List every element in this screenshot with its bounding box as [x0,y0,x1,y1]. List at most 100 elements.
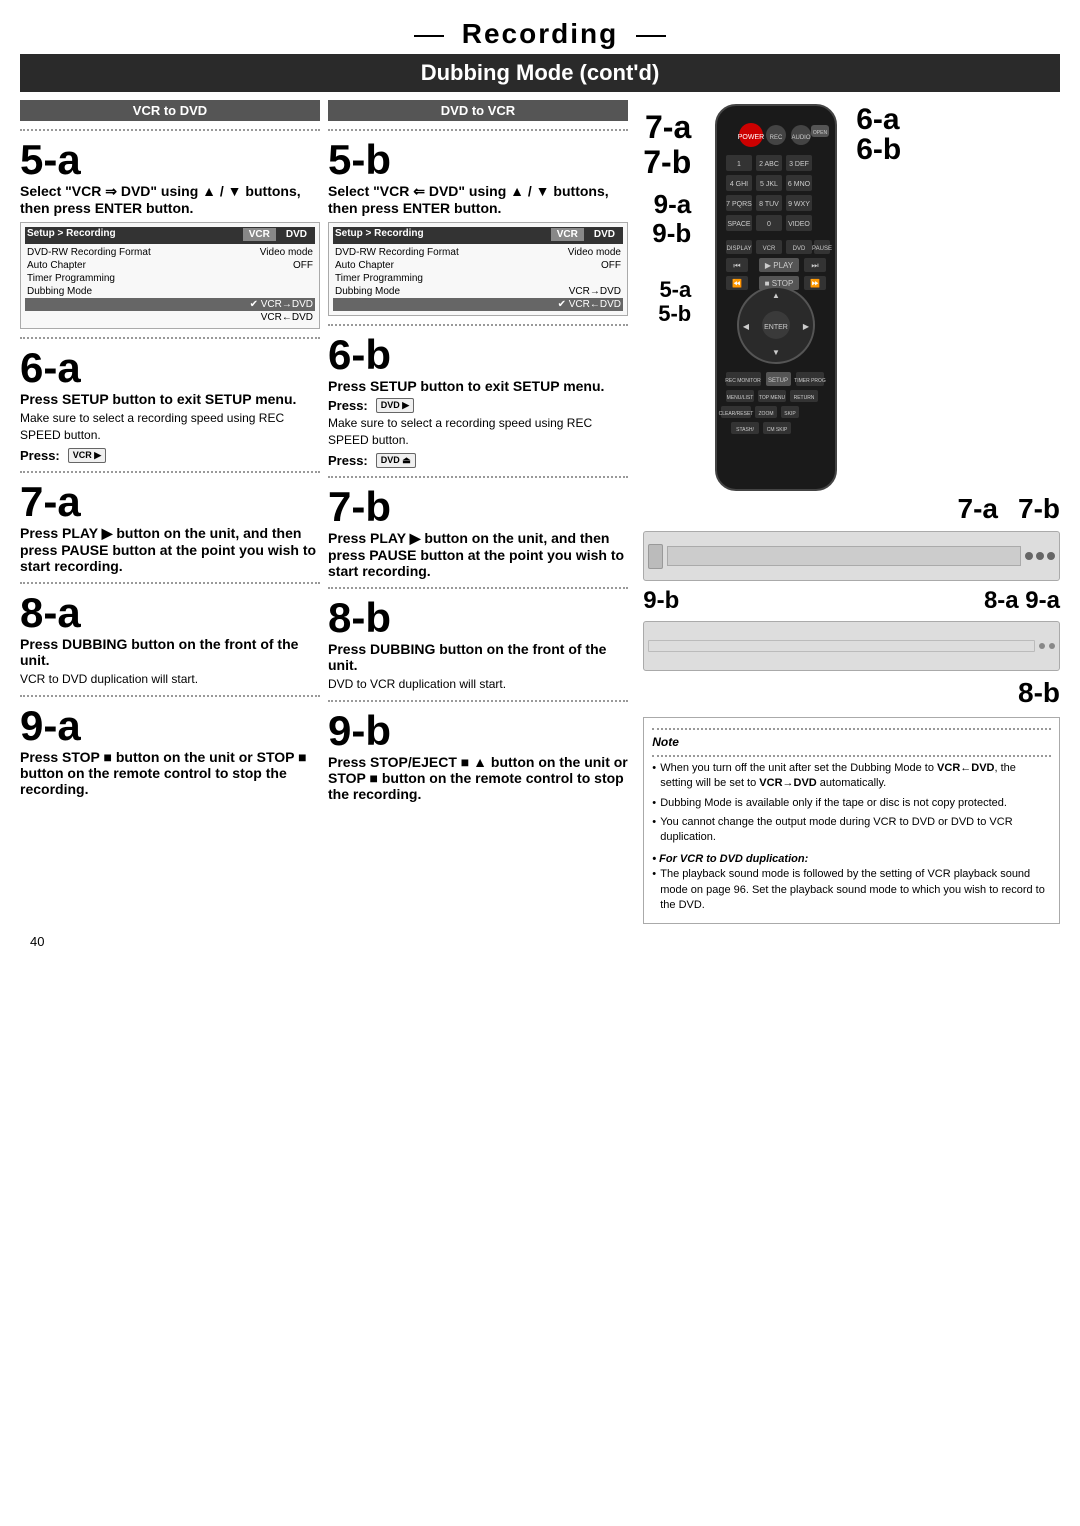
bottom-labels-row2: 9-b 8-a 9-a [643,587,1060,615]
step-8b: 8-b Press DUBBING button on the front of… [328,597,628,693]
svg-text:DISPLAY: DISPLAY [727,246,752,252]
step-5a-title: Select "VCR ⇒ DVD" using ▲ / ▼ buttons, … [20,183,320,216]
svg-text:⏭: ⏭ [812,261,819,270]
svg-text:▶ PLAY: ▶ PLAY [765,261,794,270]
mid-divider-2 [328,324,628,326]
divider-1 [20,129,320,131]
step-5a-num: 5-a [20,139,320,181]
main-content: VCR to DVD 5-a Select "VCR ⇒ DVD" using … [20,100,1060,924]
mid-menu-row-1: DVD-RW Recording Format Video mode [333,246,623,259]
step-5b-num: 5-b [328,139,628,181]
title-text: Recording [462,18,618,49]
dvd-to-vcr-column: DVD to VCR 5-b Select "VCR ⇐ DVD" using … [328,100,628,924]
svg-text:OPEN: OPEN [813,130,828,136]
dvd-btn-2 [1049,643,1055,649]
menu-screenshot-vcr: Setup > Recording VCR DVD DVD-RW Recordi… [20,222,320,329]
vcr-icon: VCR ▶ [68,448,106,463]
svg-text:SETUP: SETUP [768,378,788,384]
mid-divider-3 [328,476,628,478]
note-item-1: When you turn off the unit after set the… [652,761,1051,792]
mid-divider-4 [328,587,628,589]
mid-menu-header-row: Setup > Recording VCR DVD [333,227,623,244]
menu-row-6: VCR←DVD [25,311,315,324]
svg-text:DVD: DVD [793,246,806,252]
remote-with-labels: 7-a 7-b 9-a 9-b 5-a 5-b [643,100,1060,503]
subtitle-text: Dubbing Mode (cont'd) [421,60,660,85]
label-8b-bottom: 8-b [1018,677,1060,708]
remote-control: POWER REC AUDIO OPEN 1 2 ABC [696,100,856,503]
remote-section: 7-a 7-b 9-a 9-b 5-a 5-b [643,100,1060,503]
svg-text:VIDEO: VIDEO [788,221,810,228]
step-5b: 5-b Select "VCR ⇐ DVD" using ▲ / ▼ butto… [328,139,628,316]
remote-svg: POWER REC AUDIO OPEN 1 2 ABC [696,100,856,500]
svg-text:REC MONITOR: REC MONITOR [726,378,762,384]
svg-text:0: 0 [767,221,771,228]
menu-row-1: DVD-RW Recording Format Video mode [25,246,315,259]
svg-text:ENTER: ENTER [764,324,788,331]
label-7b-left: 7-b [643,145,691,180]
step-6b-title: Press SETUP button to exit SETUP menu. [328,378,628,394]
step-6a-press: Press: VCR ▶ [20,448,320,463]
step-6a-title: Press SETUP button to exit SETUP menu. [20,391,320,407]
svg-text:AUDIO: AUDIO [792,135,811,141]
divider-3 [20,471,320,473]
dvd-icon: DVD ▶ [376,398,414,413]
left-two-columns: VCR to DVD 5-a Select "VCR ⇒ DVD" using … [20,100,635,924]
vcr-to-dvd-column: VCR to DVD 5-a Select "VCR ⇒ DVD" using … [20,100,320,924]
step-6a-body: Make sure to select a recording speed us… [20,410,320,444]
mid-menu-row-5-selected: ✔ VCR←DVD [333,298,623,311]
note-vcr-dvd-item-1: The playback sound mode is followed by t… [652,867,1051,913]
step-7a-num: 7-a [20,481,320,523]
menu-row-5-selected: ✔ VCR→DVD [25,298,315,311]
label-9b-bottom: 9-b [643,587,679,615]
dvd-tray [648,640,1035,652]
bottom-labels-row3: 8-b [643,677,1060,709]
device-buttons [1025,552,1055,560]
note-title: Note [652,734,1051,751]
page-subtitle: Dubbing Mode (cont'd) [20,54,1060,92]
note-vcr-dvd-section: • For VCR to DVD duplication: The playba… [652,852,1051,914]
step-6b-body: Make sure to select a recording speed us… [328,415,628,449]
svg-text:9 WXY: 9 WXY [788,201,810,208]
svg-text:SKIP: SKIP [785,411,797,417]
step-7b-title: Press PLAY ▶ button on the unit, and the… [328,530,628,579]
svg-text:SPACE: SPACE [728,221,752,228]
dvd-device-bottom [643,621,1060,671]
svg-text:ZOOM: ZOOM [759,411,774,417]
step-6a: 6-a Press SETUP button to exit SETUP men… [20,347,320,463]
step-9b: 9-b Press STOP/EJECT ■ ▲ button on the u… [328,710,628,802]
svg-text:◀: ◀ [743,322,750,331]
label-6b: 6-b [856,135,901,165]
divider-4 [20,582,320,584]
label-8a-9a-bottom: 8-a 9-a [984,587,1060,615]
step-6b-press: Press: DVD ▶ [328,398,628,413]
note-item-3: You cannot change the output mode during… [652,815,1051,846]
step-9b-title: Press STOP/EJECT ■ ▲ button on the unit … [328,754,628,802]
svg-text:3 DEF: 3 DEF [789,161,809,168]
label-7a-left: 7-a [645,110,691,145]
label-9b-left: 9-b [652,219,691,248]
step-7a-title: Press PLAY ▶ button on the unit, and the… [20,525,320,574]
mid-menu-row-3: Timer Programming [333,272,623,285]
svg-text:MENU/LIST: MENU/LIST [727,395,754,401]
step-9a: 9-a Press STOP ■ button on the unit or S… [20,705,320,797]
note-box: Note When you turn off the unit after se… [643,717,1060,924]
svg-text:⏩: ⏩ [810,278,820,288]
device-section: 7-a 7-b 9-b 8-a 9-a [643,493,1060,709]
menu-row-4: Dubbing Mode [25,285,315,298]
vcr-to-dvd-header: VCR to DVD [20,100,320,121]
menu-row-2: Auto Chapter OFF [25,259,315,272]
svg-text:⏮: ⏮ [734,261,741,270]
device-btn-1 [1025,552,1033,560]
svg-text:7 PQRS: 7 PQRS [726,201,752,208]
label-5b-left: 5-b [658,302,691,326]
label-5a-left: 5-a [659,278,691,302]
menu-tabs: VCR DVD [243,228,313,241]
svg-text:POWER: POWER [738,134,764,141]
dvd-buttons [1039,643,1055,649]
mid-menu-tabs: VCR DVD [551,228,621,241]
svg-text:2 ABC: 2 ABC [759,161,779,168]
step-9a-title: Press STOP ■ button on the unit or STOP … [20,749,320,797]
step-6b: 6-b Press SETUP button to exit SETUP men… [328,334,628,468]
device-tape-slot [667,546,1021,566]
